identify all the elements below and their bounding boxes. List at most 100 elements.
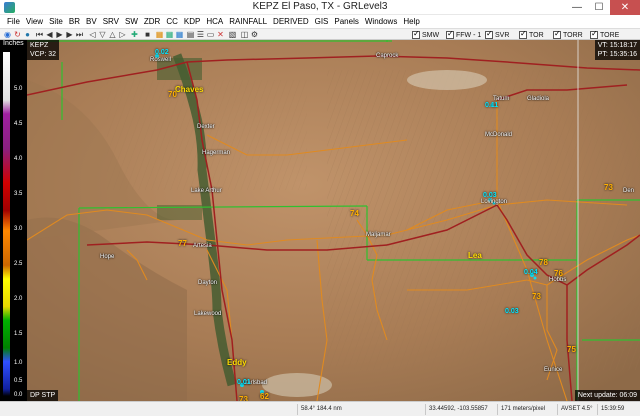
menu-rainfall[interactable]: RAINFALL [226,17,270,26]
menu-cc[interactable]: CC [163,17,181,26]
menu-site[interactable]: Site [46,17,66,26]
next-update: Next update: 06:09 [574,390,640,401]
check-svr-label: SVR [495,31,510,39]
valid-time: VT: 15:18:17 [597,42,637,49]
window-title: KEPZ El Paso, TX - GRLevel3 [252,1,388,12]
settings-icon[interactable]: ⚙ [250,30,259,39]
check-tor-label: TOR [529,31,544,39]
menu-hca[interactable]: HCA [203,17,226,26]
menu-br[interactable]: BR [66,17,83,26]
zoom-icon[interactable]: ◫ [240,30,249,39]
toolbar: ◉ ↻ ● ⏮ ◀ ▶ ▶ ⏭ ◁ ▽ △ ▷ ✚ ■ ▦ ▦ ▦ ▤ ☰ ▭ … [0,28,640,40]
menu-derived[interactable]: DERIVED [270,17,312,26]
status-coords: 33.44592, -103.55857 [425,404,495,415]
checkbox-icon [485,29,493,39]
checkbox-icon [553,29,561,39]
next-frame-icon[interactable]: ▶ [65,30,74,39]
farm-fields [327,70,640,370]
stop-icon[interactable]: ■ [143,30,152,39]
highway-shield: 78 [539,258,548,267]
legend-tick: 1.5 [14,331,23,337]
legend-tick: 3.0 [14,226,23,232]
town-label: McDonald [485,132,513,138]
check-tor[interactable]: TOR [519,29,544,40]
last-frame-icon[interactable]: ⏭ [75,30,84,39]
menu-panels[interactable]: Panels [331,17,361,26]
minimize-button[interactable]: — [566,0,588,15]
menu-sw[interactable]: SW [122,17,141,26]
map-icon[interactable]: ▦ [175,30,184,39]
rainfall-value: 0.11 [485,102,499,109]
play-icon[interactable]: ▶ [55,30,64,39]
product-time: PT: 15:35:16 [597,51,637,58]
town-label: Hope [100,254,115,260]
county-label: Eddy [227,358,247,367]
checkbox-icon [446,29,454,39]
panel-icon[interactable]: ▭ [206,30,215,39]
rainfall-value: 0.03 [505,308,519,315]
check-tore[interactable]: TORE [590,29,620,40]
menu-zdr[interactable]: ZDR [141,17,163,26]
check-tore-label: TORE [600,31,620,39]
menu-file[interactable]: File [4,17,23,26]
legend-tick: 1.0 [14,360,23,366]
highway-shield: 74 [350,209,359,218]
check-ffw-label: FFW - 1 [456,31,482,39]
rainfall-value: 0.03 [483,192,497,199]
title-bar: KEPZ El Paso, TX - GRLevel3 — ☐ ✕ [0,0,640,15]
prev-frame-icon[interactable]: ◀ [45,30,54,39]
check-svr[interactable]: SVR [485,29,510,40]
down-tilt-icon[interactable]: ▽ [98,30,107,39]
overlay-icon[interactable]: ▧ [228,30,237,39]
globe-icon[interactable]: ● [23,30,32,39]
menu-srv[interactable]: SRV [100,17,122,26]
town-label: Lake Arthur [191,188,222,194]
legend-tick: 4.5 [14,121,23,127]
town-label: Roswell [150,57,172,63]
town-label: Gladiola [527,96,550,102]
check-smw[interactable]: SMW [412,29,439,40]
time-info: VT: 15:18:17 PT: 15:35:16 [594,40,640,60]
town-label: Eunice [544,367,563,373]
prev-tilt-icon[interactable]: ◁ [88,30,97,39]
highway-shield: 73 [604,183,613,192]
town-label: Hagerman [202,150,231,156]
menu-view[interactable]: View [23,17,46,26]
menu-bar: File View Site BR BV SRV SW ZDR CC KDP H… [0,15,640,28]
radar-map[interactable]: Roswell Caprock Tatum Gladiola McDonald … [27,40,640,401]
check-torr[interactable]: TORR [553,29,583,40]
close-button[interactable]: ✕ [610,0,640,15]
map-canvas [27,40,640,401]
menu-bv[interactable]: BV [83,17,100,26]
radar-icon[interactable]: ◉ [3,30,12,39]
salt-flat [407,70,487,90]
town-label: Caprock [376,53,399,59]
legend-units: Inches [3,40,24,47]
menu-gis[interactable]: GIS [312,17,332,26]
rainfall-value: 0.01 [237,379,251,386]
color-table-icon[interactable]: ▦ [155,30,164,39]
layers-icon[interactable]: ▦ [165,30,174,39]
highway-shield: 70 [168,90,177,99]
menu-kdp[interactable]: KDP [181,17,203,26]
grid-icon[interactable]: ▤ [186,30,195,39]
product-label: DP STP [27,390,59,401]
maximize-button[interactable]: ☐ [588,0,610,15]
up-tilt-icon[interactable]: △ [108,30,117,39]
town-label: Lakewood [194,311,222,317]
checkbox-icon [519,29,527,39]
first-frame-icon[interactable]: ⏮ [35,30,44,39]
legend-tick: 0.0 [14,392,23,398]
menu-help[interactable]: Help [400,17,422,26]
check-ffw[interactable]: FFW - 1 [446,29,482,40]
plus-icon[interactable]: ✚ [130,30,139,39]
marker-icon[interactable]: ✕ [216,30,225,39]
next-tilt-icon[interactable]: ▷ [118,30,127,39]
refresh-icon[interactable]: ↻ [13,30,22,39]
status-range: 58.4° 184.4 nm [297,404,417,415]
list-icon[interactable]: ☰ [196,30,205,39]
highway-shield: 77 [178,239,187,248]
site-id: KEPZ [30,42,49,49]
menu-windows[interactable]: Windows [362,17,400,26]
town-label: Artesia [193,243,212,249]
